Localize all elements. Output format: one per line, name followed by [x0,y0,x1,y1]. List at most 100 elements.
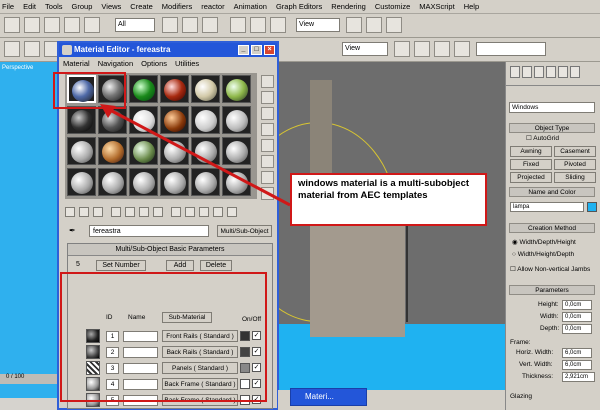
minimized-material-editor[interactable]: Materi... [290,388,367,406]
uv-tiling-icon[interactable] [261,123,274,136]
sample-slot-20[interactable] [98,168,127,196]
sample-slot-23[interactable] [191,168,220,196]
allow-jambs-checkbox[interactable]: ☐ Allow Non-vertical Jambs [510,265,590,273]
sample-slot-15[interactable] [129,137,158,165]
parameters-rollout[interactable]: Parameters [509,285,595,295]
sample-slot-8[interactable] [98,106,127,134]
select-by-material-icon[interactable] [261,187,274,200]
multi-sub-object-rollout-header[interactable]: Multi/Sub-Object Basic Parameters [68,244,272,256]
sample-slot-17[interactable] [191,137,220,165]
selection-filter-dropdown[interactable]: All [115,18,155,32]
assign-to-selection-icon[interactable] [93,207,103,217]
delete-button[interactable]: Delete [200,260,232,271]
vert-width-field[interactable]: 6,0cm [562,360,592,370]
projected-button[interactable]: Projected [510,172,552,183]
scale-icon[interactable] [270,17,286,33]
menu-tools[interactable]: Tools [45,2,63,11]
sample-slot-24[interactable] [222,168,251,196]
add-button[interactable]: Add [166,260,194,271]
me-menu-material[interactable]: Material [63,59,90,68]
material-name-field[interactable]: fereastra [89,225,209,237]
maximize-icon[interactable]: □ [251,45,262,55]
sample-slot-12[interactable] [222,106,251,134]
menu-help[interactable]: Help [464,2,479,11]
sample-slot-22[interactable] [160,168,189,196]
backlight-icon[interactable] [261,91,274,104]
menu-modifiers[interactable]: Modifiers [162,2,192,11]
sample-slot-19[interactable] [67,168,96,196]
minimize-icon[interactable]: _ [238,45,249,55]
sample-slot-13[interactable] [67,137,96,165]
copy-material-icon[interactable] [125,207,135,217]
select-object-icon[interactable] [162,17,178,33]
motion-tab-icon[interactable] [546,66,556,78]
horiz-width-field[interactable]: 6,0cm [562,348,592,358]
schematic-view-icon[interactable] [414,41,430,57]
sample-slot-3[interactable] [129,75,158,103]
get-material-icon[interactable] [65,207,75,217]
select-link-icon[interactable] [44,17,60,33]
redo-icon[interactable] [24,17,40,33]
sample-slot-16[interactable] [160,137,189,165]
sliding-button[interactable]: Sliding [554,172,596,183]
bind-space-warp-icon[interactable] [84,17,100,33]
eyedropper-icon[interactable]: ✒ [69,226,76,235]
menu-edit[interactable]: Edit [23,2,36,11]
menu-rendering[interactable]: Rendering [331,2,366,11]
unlink-icon[interactable] [64,17,80,33]
sample-slot-21[interactable] [129,168,158,196]
named-selection-dropdown[interactable] [476,42,546,56]
select-by-name-icon[interactable] [182,17,198,33]
creation-method-rollout[interactable]: Creation Method [509,223,595,233]
object-color-swatch[interactable] [587,202,597,212]
sample-slot-4[interactable] [160,75,189,103]
sample-slot-14[interactable] [98,137,127,165]
creation-option-whd[interactable]: ○ Width/Height/Depth [512,251,574,258]
undo-icon[interactable] [4,17,20,33]
pivot-icon[interactable] [346,17,362,33]
me-menu-options[interactable]: Options [141,59,167,68]
options-icon[interactable] [261,171,274,184]
menu-create[interactable]: Create [130,2,153,11]
material-type-button[interactable]: Multi/Sub-Object [217,225,272,237]
rectangular-selection-icon[interactable] [202,17,218,33]
make-unique-icon[interactable] [139,207,149,217]
sample-slot-5[interactable] [191,75,220,103]
perspective-viewport[interactable]: Perspective [0,62,62,398]
pivoted-button[interactable]: Pivoted [554,159,596,170]
menu-animation[interactable]: Animation [234,2,267,11]
video-color-check-icon[interactable] [261,139,274,152]
ref-coord-dropdown-2[interactable]: View [342,42,388,56]
show-end-result-icon[interactable] [199,207,209,217]
name-color-rollout[interactable]: Name and Color [509,187,595,197]
sample-type-icon[interactable] [261,75,274,88]
object-type-rollout[interactable]: Object Type [509,123,595,133]
fixed-button[interactable]: Fixed [510,159,552,170]
menu-customize[interactable]: Customize [375,2,410,11]
menu-group[interactable]: Group [72,2,93,11]
rotate-icon[interactable] [250,17,266,33]
casement-button[interactable]: Casement [554,146,596,157]
hierarchy-tab-icon[interactable] [534,66,544,78]
sample-slot-7[interactable] [67,106,96,134]
set-number-button[interactable]: Set Number [96,260,146,271]
sample-slot-11[interactable] [191,106,220,134]
object-category-dropdown[interactable]: Windows [509,102,595,113]
align-icon[interactable] [386,17,402,33]
sample-slot-18[interactable] [222,137,251,165]
close-icon[interactable]: × [264,45,275,55]
menu-views[interactable]: Views [101,2,121,11]
menu-reactor[interactable]: reactor [201,2,224,11]
modify-tab-icon[interactable] [522,66,532,78]
layer-icon[interactable] [4,41,20,57]
visibility-icon[interactable] [24,41,40,57]
mirror-icon[interactable] [366,17,382,33]
width-field[interactable]: 0,0cm [562,312,592,322]
menu-graph-editors[interactable]: Graph Editors [276,2,322,11]
sample-slot-6[interactable] [222,75,251,103]
put-to-scene-icon[interactable] [79,207,89,217]
me-menu-utilities[interactable]: Utilities [175,59,199,68]
material-editor-icon[interactable] [434,41,450,57]
background-icon[interactable] [261,107,274,120]
sample-slot-9[interactable] [129,106,158,134]
